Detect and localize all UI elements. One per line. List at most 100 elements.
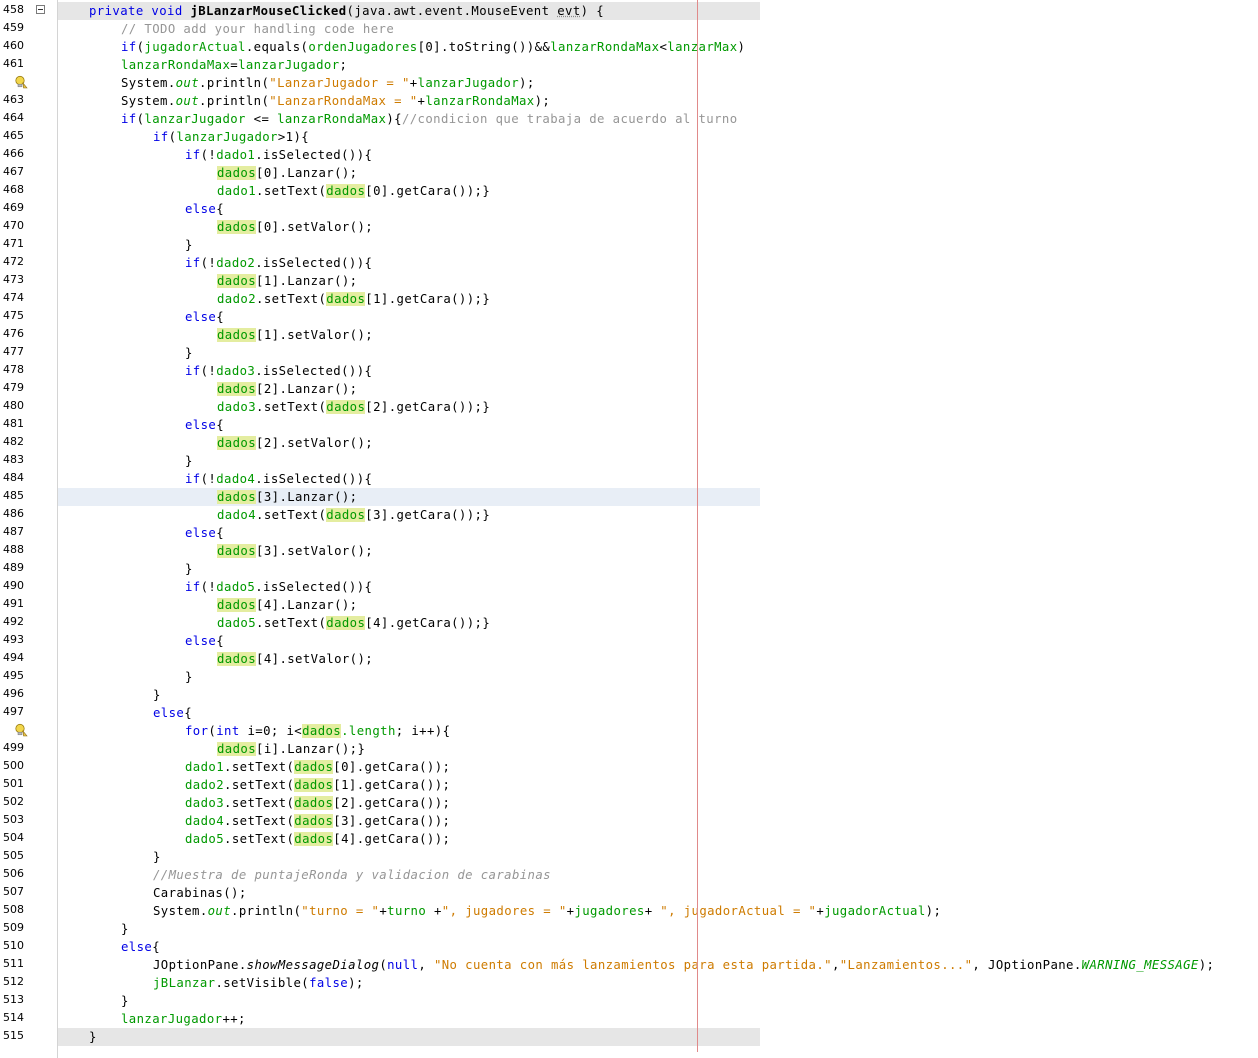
code-token: lanzarMax [667,40,738,54]
code-token: dados [294,760,334,774]
code-line[interactable]: 507 Carabinas(); [0,884,1258,902]
code-line[interactable]: 487 else{ [0,524,1258,542]
code-line[interactable]: 464 if(lanzarJugador <= lanzarRondaMax){/… [0,110,1258,128]
code-line[interactable]: 465 if(lanzarJugador>1){ [0,128,1258,146]
code-line[interactable]: 490 if(!dado5.isSelected()){ [0,578,1258,596]
code-line[interactable]: 491 dados[4].Lanzar(); [0,596,1258,614]
code-line[interactable]: 468 dado1.setText(dados[0].getCara());} [0,182,1258,200]
code-line[interactable]: 492 dado5.setText(dados[4].getCara());} [0,614,1258,632]
code-line[interactable]: 510 else{ [0,938,1258,956]
code-token: (! [200,148,217,162]
code-line[interactable]: 461 lanzarRondaMax=lanzarJugador; [0,56,1258,74]
code-line[interactable]: 511 JOptionPane.showMessageDialog(null, "… [0,956,1258,974]
code-token: .isSelected()){ [255,580,373,594]
code-line[interactable]: 480 dado3.setText(dados[2].getCara());} [0,398,1258,416]
code-token: { [216,526,225,540]
code-line[interactable]: 486 dado4.setText(dados[3].getCara());} [0,506,1258,524]
code-token: } [153,850,161,864]
code-line[interactable]: 479 dados[2].Lanzar(); [0,380,1258,398]
code-line[interactable]: 514 lanzarJugador++; [0,1010,1258,1028]
code-line[interactable]: 470 dados[0].setValor(); [0,218,1258,236]
code-token: Carabinas(); [153,886,247,900]
code-line[interactable]: 472 if(!dado2.isSelected()){ [0,254,1258,272]
code-text: Carabinas(); [153,885,247,901]
code-token: "LanzarJugador = " [269,76,410,90]
code-line[interactable]: 466 if(!dado1.isSelected()){ [0,146,1258,164]
line-number: 475 [3,309,24,322]
code-token: ", jugadores = " [441,904,567,918]
code-line[interactable]: 505} [0,848,1258,866]
code-token: dado5 [216,580,256,594]
code-line[interactable]: 509} [0,920,1258,938]
code-token: // TODO add your handling code here [121,22,395,36]
code-token: , JOptionPane. [972,958,1082,972]
code-line[interactable]: 503 dado4.setText(dados[3].getCara()); [0,812,1258,830]
code-line[interactable]: 459 // TODO add your handling code here [0,20,1258,38]
code-line[interactable]: 460 if(jugadorActual.equals(ordenJugadore… [0,38,1258,56]
code-line[interactable]: 500 dado1.setText(dados[0].getCara()); [0,758,1258,776]
code-line[interactable]: System.out.println("LanzarJugador = "+la… [0,74,1258,92]
code-line[interactable]: for(int i=0; i<dados.length; i++){ [0,722,1258,740]
code-text: } [185,453,193,469]
code-token: (java.awt.event.MouseEvent [346,4,558,18]
code-token: dados [326,616,366,630]
hint-lightbulb-icon[interactable] [14,75,28,89]
code-line[interactable]: 501 dado2.setText(dados[1].getCara()); [0,776,1258,794]
code-line[interactable]: 485 dados[3].Lanzar(); [0,488,1258,506]
code-line[interactable]: 493 else{ [0,632,1258,650]
line-background [58,344,760,362]
code-line[interactable]: 476 dados[1].setValor(); [0,326,1258,344]
code-line[interactable]: 513} [0,992,1258,1010]
code-line[interactable]: 474 dado2.setText(dados[1].getCara());} [0,290,1258,308]
code-line[interactable]: 467 dados[0].Lanzar(); [0,164,1258,182]
code-line[interactable]: 506 //Muestra de puntajeRonda y validacio… [0,866,1258,884]
code-line[interactable]: 477} [0,344,1258,362]
fold-collapse-icon[interactable] [36,5,45,14]
code-token: [3].setValor(); [256,544,374,558]
code-token: ( [379,958,388,972]
code-line[interactable]: 473 dados[1].Lanzar(); [0,272,1258,290]
code-line[interactable]: 515} [0,1028,1258,1046]
code-line[interactable]: 496} [0,686,1258,704]
line-background [58,740,760,758]
code-line[interactable]: 497 else{ [0,704,1258,722]
code-line[interactable]: 483} [0,452,1258,470]
code-line[interactable]: 502 dado3.setText(dados[2].getCara()); [0,794,1258,812]
code-text: } [153,849,161,865]
code-token: dados [294,796,334,810]
code-line[interactable]: 482 dados[2].setValor(); [0,434,1258,452]
code-line[interactable]: 484 if(!dado4.isSelected()){ [0,470,1258,488]
code-line[interactable]: 478 if(!dado3.isSelected()){ [0,362,1258,380]
code-token: dado5 [185,832,225,846]
code-line[interactable]: 499 dados[i].Lanzar();} [0,740,1258,758]
code-token: dados [326,508,366,522]
code-line[interactable]: 469 else{ [0,200,1258,218]
code-token: .setText( [256,400,327,414]
hint-lightbulb-icon[interactable] [14,723,28,737]
code-line[interactable]: 489} [0,560,1258,578]
line-number: 486 [3,507,24,520]
code-line[interactable]: 488 dados[3].setValor(); [0,542,1258,560]
code-line[interactable]: 471} [0,236,1258,254]
code-line[interactable]: 504 dado5.setText(dados[4].getCara()); [0,830,1258,848]
code-text: if(!dado1.isSelected()){ [185,147,372,163]
code-token: if [121,40,137,54]
code-line[interactable]: 475 else{ [0,308,1258,326]
line-number: 496 [3,687,24,700]
line-number: 493 [3,633,24,646]
code-line[interactable]: 481 else{ [0,416,1258,434]
code-line[interactable]: 458 private void jBLanzarMouseClicked(jav… [0,2,1258,20]
code-line[interactable]: 512 jBLanzar.setVisible(false); [0,974,1258,992]
code-text: dado3.setText(dados[2].getCara()); [185,795,450,811]
code-token: .setText( [224,814,295,828]
code-line[interactable]: 508 System.out.println("turno = "+turno +… [0,902,1258,920]
code-token: [3].getCara()); [333,814,451,828]
code-line[interactable]: 494 dados[4].setValor(); [0,650,1258,668]
code-token: if [185,256,201,270]
code-editor[interactable]: 458 private void jBLanzarMouseClicked(jav… [0,0,1258,1058]
code-line[interactable]: 463 System.out.println("LanzarRondaMax = … [0,92,1258,110]
code-text: } [153,687,161,703]
code-text: dados[1].setValor(); [217,327,373,343]
code-token: int [216,724,240,738]
code-line[interactable]: 495} [0,668,1258,686]
